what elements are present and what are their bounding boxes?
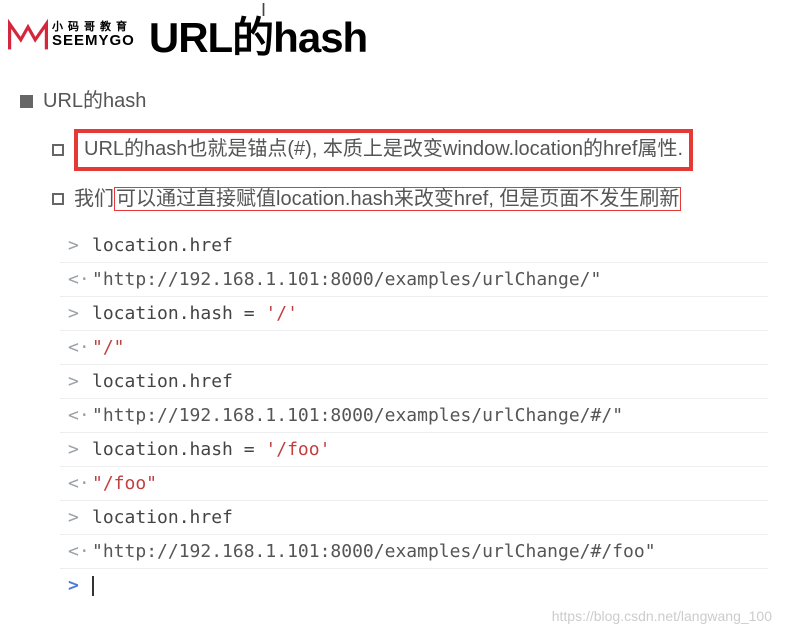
console-text — [92, 575, 94, 596]
arrow-out-icon: <· — [68, 473, 82, 494]
console-line: <· "http://192.168.1.101:8000/examples/ur… — [60, 399, 768, 433]
console-line: <· "/" — [60, 331, 768, 365]
console-line: <· "http://192.168.1.101:8000/examples/ur… — [60, 263, 768, 297]
console-text: location.hash = '/' — [92, 303, 298, 324]
devtools-console[interactable]: > location.href <· "http://192.168.1.101:80… — [60, 229, 768, 602]
content-area: URL的hash URL的hash也就是锚点(#), 本质上是改变window.… — [0, 75, 808, 602]
bullet2-text: 我们可以通过直接赋值location.hash来改变href, 但是页面不发生刷… — [74, 185, 681, 213]
console-text: "http://192.168.1.101:8000/examples/urlC… — [92, 405, 623, 426]
arrow-out-icon: <· — [68, 405, 82, 426]
console-line: > — [60, 569, 768, 602]
section-heading-text: URL的hash — [43, 87, 146, 115]
logo-text: 小码哥教育 SEEMYGO — [52, 22, 135, 48]
arrow-in-icon: > — [68, 507, 82, 528]
arrow-in-icon: > — [68, 303, 82, 324]
text-cursor-icon: I — [261, 0, 266, 21]
console-line: > location.href — [60, 501, 768, 535]
logo-en-text: SEEMYGO — [52, 33, 135, 48]
arrow-out-icon: <· — [68, 541, 82, 562]
logo: 小码哥教育 SEEMYGO — [8, 17, 135, 53]
console-line: > location.href — [60, 365, 768, 399]
arrow-in-icon: > — [68, 371, 82, 392]
console-line: > location.href — [60, 229, 768, 263]
bullet-outline-icon — [52, 144, 64, 156]
bullet2-prefix: 我们 — [74, 188, 114, 210]
bullet1-text: URL的hash也就是锚点(#), 本质上是改变window.location的… — [84, 138, 683, 160]
page-title: URL的hash — [149, 4, 367, 65]
bullet1-row: URL的hash也就是锚点(#), 本质上是改变window.location的… — [20, 129, 788, 171]
console-text: location.href — [92, 235, 233, 256]
arrow-in-icon: > — [68, 235, 82, 256]
arrow-prompt-icon: > — [68, 575, 82, 596]
console-text: "/" — [92, 337, 125, 358]
bullet-filled-icon — [20, 95, 33, 108]
header-bar: 小码哥教育 SEEMYGO URL的hash — [0, 0, 808, 75]
console-line: > location.hash = '/foo' — [60, 433, 768, 467]
logo-m-icon — [8, 17, 48, 53]
console-text: "http://192.168.1.101:8000/examples/urlC… — [92, 541, 656, 562]
bullet2-row: 我们可以通过直接赋值location.hash来改变href, 但是页面不发生刷… — [20, 185, 788, 213]
console-line: <· "/foo" — [60, 467, 768, 501]
highlight-box-red: URL的hash也就是锚点(#), 本质上是改变window.location的… — [74, 129, 693, 171]
bullet-outline-icon — [52, 193, 64, 205]
console-text: location.hash = '/foo' — [92, 439, 330, 460]
caret-icon — [92, 576, 94, 596]
console-text: "http://192.168.1.101:8000/examples/urlC… — [92, 269, 601, 290]
arrow-in-icon: > — [68, 439, 82, 460]
bullet2-boxed: 可以通过直接赋值location.hash来改变href, 但是页面不发生刷新 — [114, 187, 681, 211]
logo-cn-text: 小码哥教育 — [52, 22, 135, 33]
console-line: <· "http://192.168.1.101:8000/examples/ur… — [60, 535, 768, 569]
watermark-text: https://blog.csdn.net/langwang_100 — [552, 608, 772, 624]
console-text: location.href — [92, 371, 233, 392]
arrow-out-icon: <· — [68, 337, 82, 358]
arrow-out-icon: <· — [68, 269, 82, 290]
console-text: "/foo" — [92, 473, 157, 494]
section-heading-row: URL的hash — [20, 87, 788, 115]
console-line: > location.hash = '/' — [60, 297, 768, 331]
console-text: location.href — [92, 507, 233, 528]
